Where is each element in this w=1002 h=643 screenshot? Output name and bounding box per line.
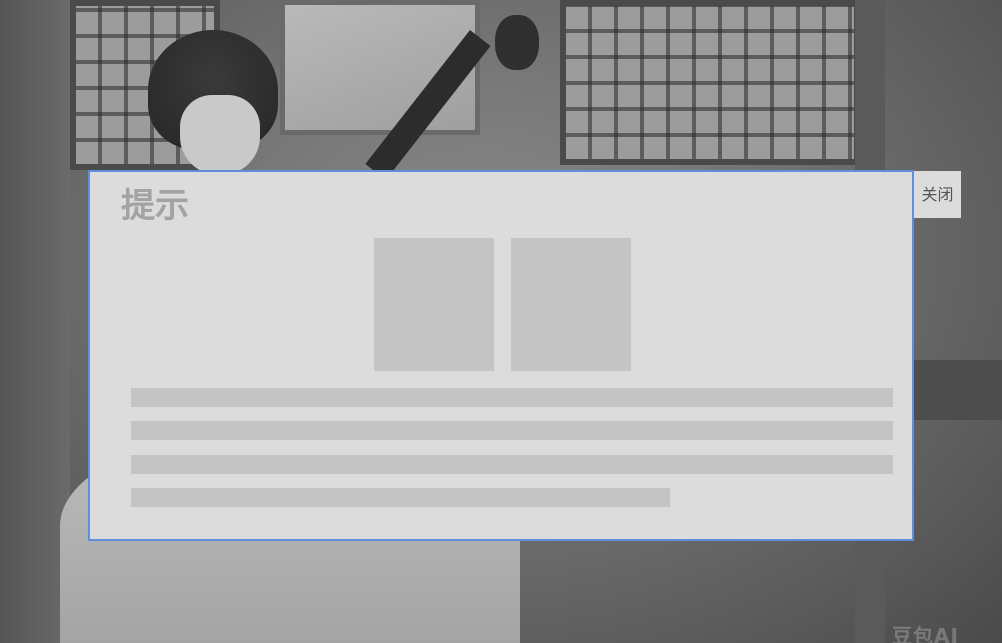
text-line-placeholder xyxy=(131,421,893,440)
close-button[interactable]: 关闭 xyxy=(914,171,961,218)
background-window-right xyxy=(560,0,860,165)
page: 豆包AI 提示 关闭 xyxy=(0,0,1002,643)
image-placeholder xyxy=(511,238,631,371)
dialog-title: 提示 xyxy=(121,186,189,226)
text-line-placeholder xyxy=(131,455,893,474)
background-table xyxy=(905,360,1002,420)
background-pipa-head xyxy=(495,15,539,70)
text-line-placeholder xyxy=(131,388,893,407)
text-line-placeholder xyxy=(131,488,670,507)
prompt-dialog: 提示 xyxy=(88,170,914,541)
watermark: 豆包AI xyxy=(892,624,959,643)
image-placeholder xyxy=(374,238,494,371)
background-figure-face xyxy=(180,95,260,175)
